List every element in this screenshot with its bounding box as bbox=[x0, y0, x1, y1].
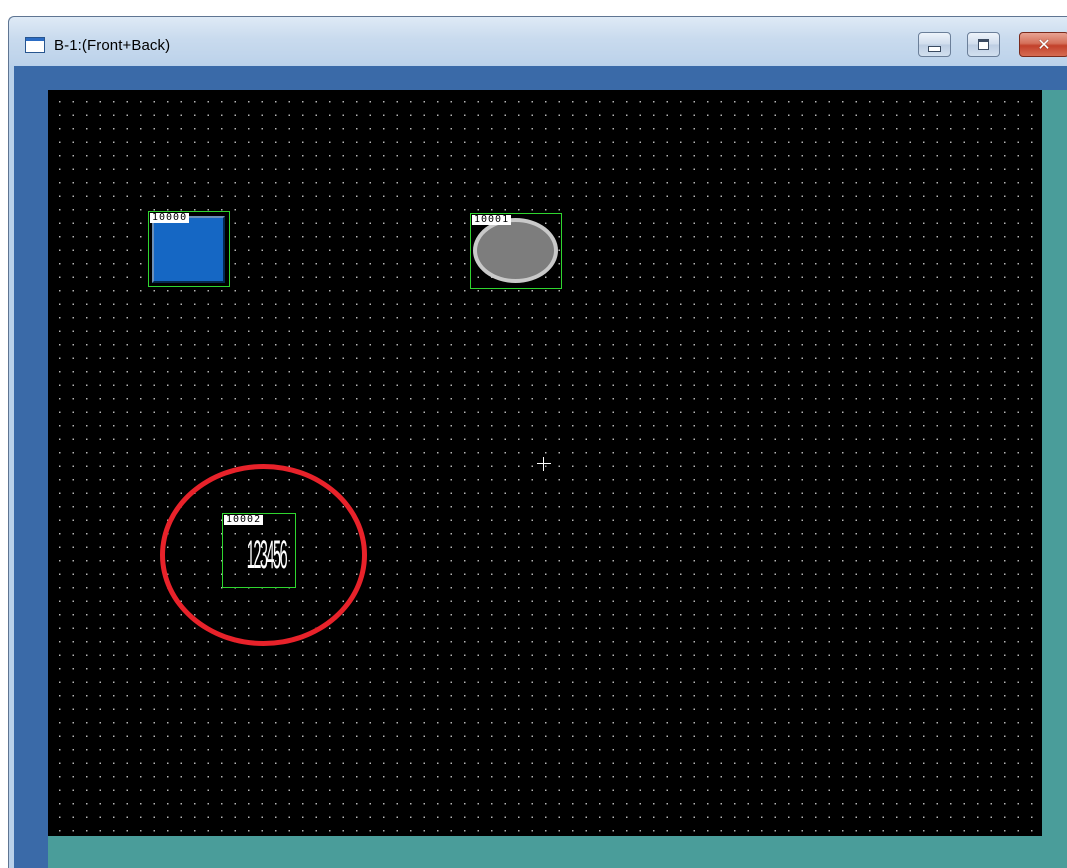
window-icon bbox=[25, 37, 45, 53]
window-title: B-1:(Front+Back) bbox=[54, 37, 171, 54]
lamp-object[interactable]: 10001 bbox=[470, 213, 562, 289]
close-icon: ✕ bbox=[1037, 34, 1051, 54]
maximize-icon bbox=[978, 39, 989, 50]
title-bar[interactable]: B-1:(Front+Back) ✕ bbox=[9, 17, 1067, 65]
window-client-area: 10000 10001 123456 10002 bbox=[14, 66, 1067, 868]
maximize-button[interactable] bbox=[967, 32, 1000, 57]
switch-object[interactable]: 10000 bbox=[148, 211, 230, 287]
minimize-button[interactable] bbox=[918, 32, 951, 57]
crosshair-cursor-icon bbox=[537, 457, 551, 471]
object-id-label: 10000 bbox=[150, 212, 190, 223]
numeric-display-value: 123456 bbox=[246, 533, 288, 577]
switch-face bbox=[152, 216, 225, 283]
object-id-label: 10002 bbox=[224, 514, 264, 525]
close-button[interactable]: ✕ bbox=[1019, 32, 1067, 57]
object-id-label: 10001 bbox=[472, 214, 512, 225]
screen-edit-canvas[interactable]: 10000 10001 123456 10002 bbox=[48, 90, 1042, 836]
minimize-icon bbox=[928, 45, 941, 52]
numeric-display-object[interactable]: 123456 10002 bbox=[222, 513, 296, 588]
lamp-face bbox=[473, 218, 558, 283]
canvas-frame: 10000 10001 123456 10002 bbox=[48, 90, 1067, 868]
